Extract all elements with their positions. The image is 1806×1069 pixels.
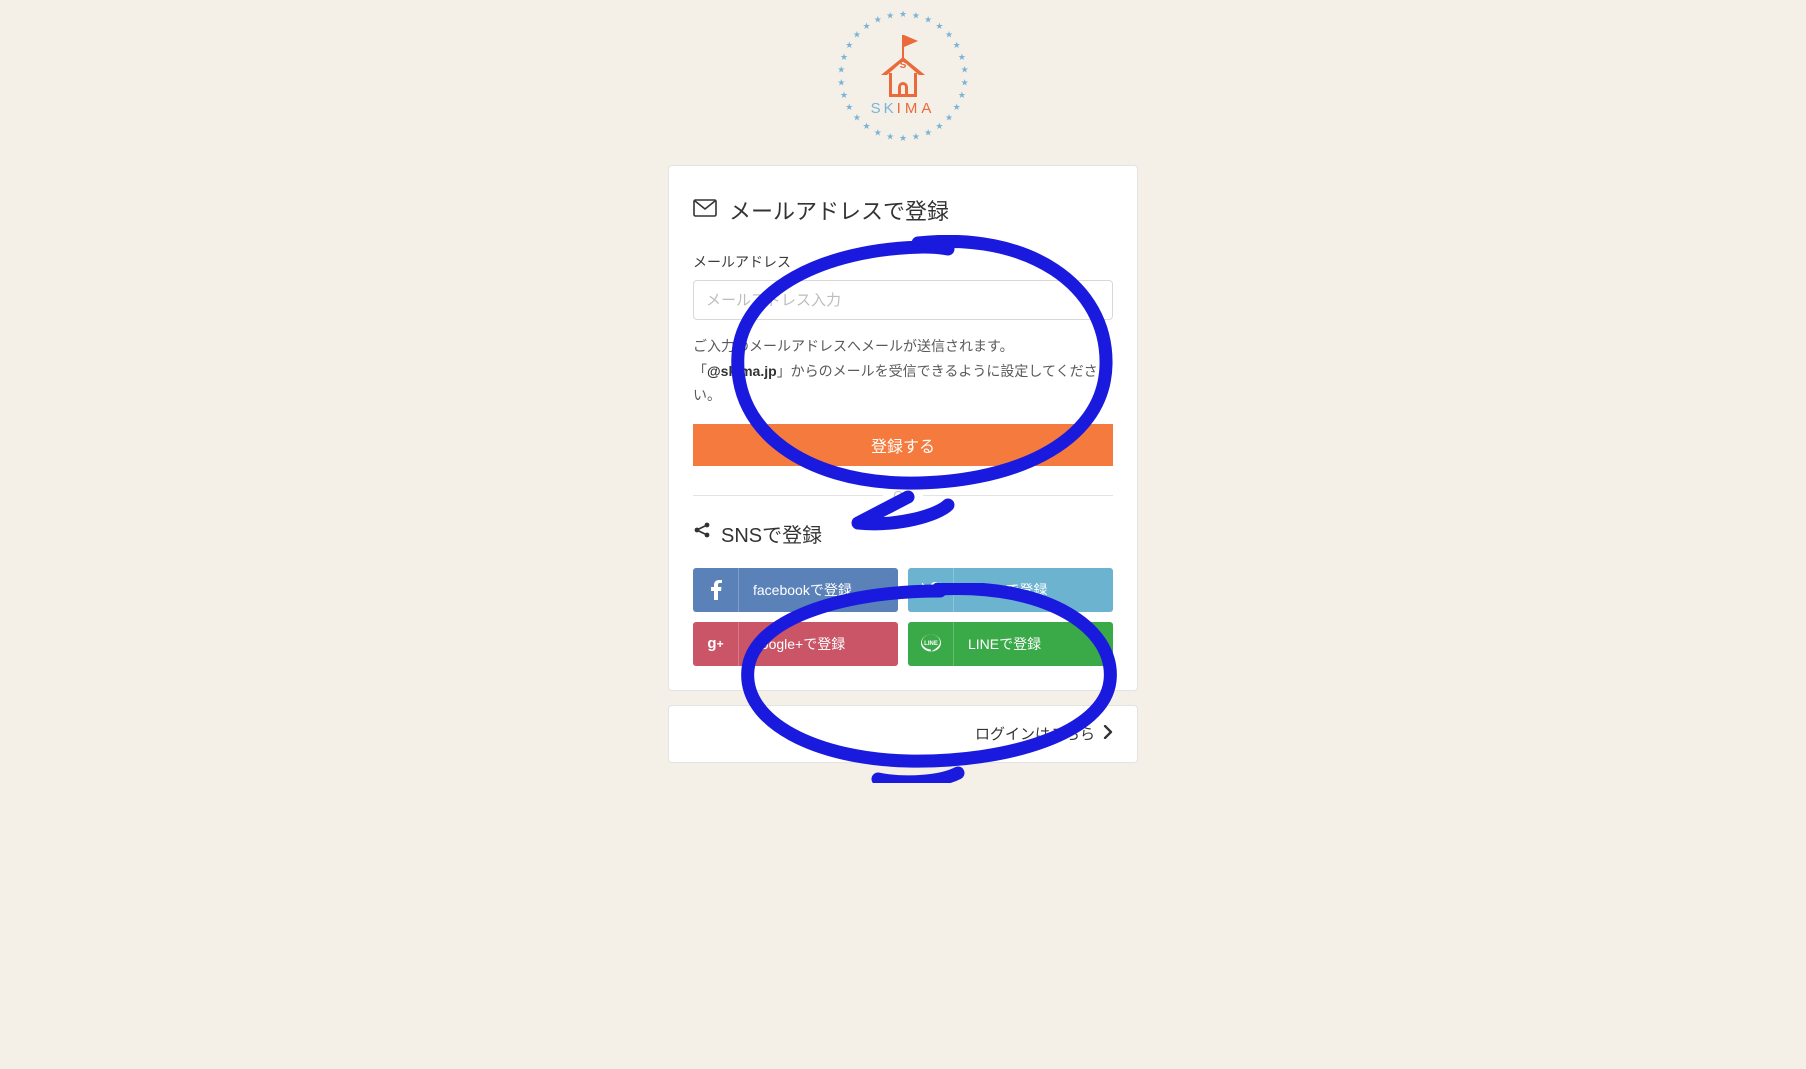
brand-logo: ★★★★★★★★★★★★★★★★★★★★★★★★★★★★★★ S SKIMA <box>836 8 971 143</box>
email-help-text: ご入力のメールアドレスへメールが送信されます。 「@skima.jp」からのメー… <box>693 334 1113 408</box>
login-link-text: ログインはこちら <box>975 723 1095 744</box>
email-input[interactable] <box>693 280 1113 320</box>
or-divider: OR <box>693 488 1113 503</box>
facebook-icon <box>693 568 739 612</box>
registration-card: メールアドレスで登録 メールアドレス ご入力のメールアドレスへメールが送信されま… <box>668 165 1138 691</box>
flag-icon <box>902 35 904 59</box>
sns-register-title-text: SNSで登録 <box>721 519 822 548</box>
email-register-title: メールアドレスで登録 <box>693 194 1113 226</box>
email-field-label: メールアドレス <box>693 252 1113 272</box>
share-icon <box>693 521 711 545</box>
email-register-title-text: メールアドレスで登録 <box>729 194 949 226</box>
register-button[interactable]: 登録する <box>693 424 1113 466</box>
line-register-button[interactable]: LINE LINEで登録 <box>908 622 1113 666</box>
sns-register-title: SNSで登録 <box>693 519 1113 548</box>
facebook-register-button[interactable]: facebookで登録 <box>693 568 898 612</box>
twitter-register-button[interactable]: twitterで登録 <box>908 568 1113 612</box>
login-link-card[interactable]: ログインはこちら <box>668 705 1138 763</box>
google-plus-icon: g+ <box>693 622 739 666</box>
house-icon: S <box>881 57 925 97</box>
line-icon: LINE <box>908 622 954 666</box>
svg-text:LINE: LINE <box>924 641 938 647</box>
envelope-icon <box>693 197 717 223</box>
twitter-icon <box>908 568 954 612</box>
google-plus-register-button[interactable]: g+ google+で登録 <box>693 622 898 666</box>
chevron-right-icon <box>1103 725 1113 743</box>
